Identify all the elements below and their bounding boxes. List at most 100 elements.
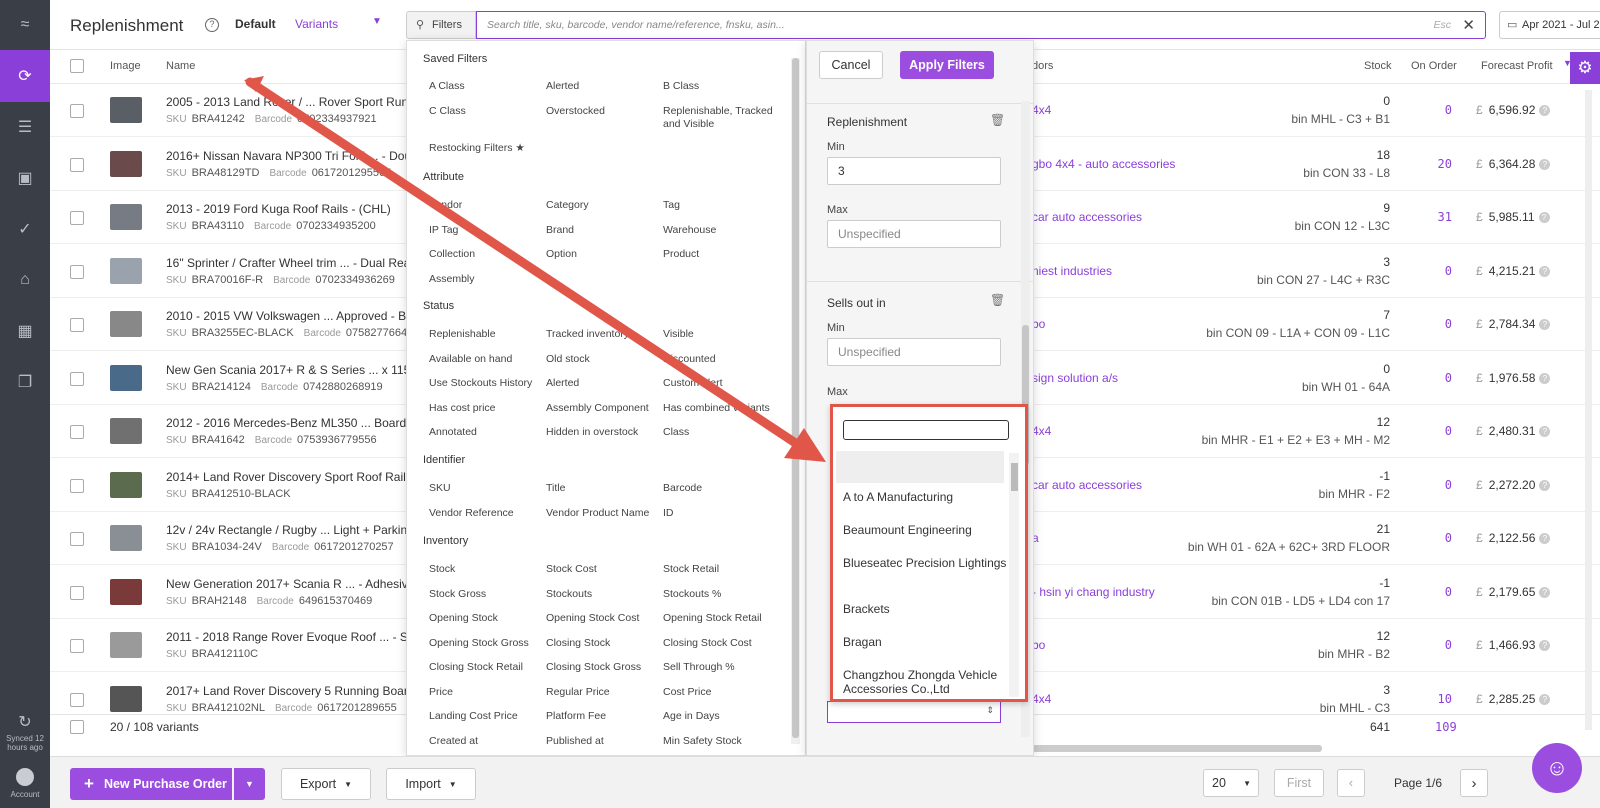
on-order-value[interactable]: 0	[1430, 264, 1452, 278]
filter-option[interactable]: Alerted	[546, 80, 579, 92]
filter-option[interactable]: Stock Gross	[429, 588, 486, 600]
row-checkbox[interactable]	[70, 585, 84, 600]
info-icon[interactable]: ?	[1539, 265, 1551, 277]
filter-option[interactable]: Visible	[663, 328, 694, 340]
sells-out-in-min-input[interactable]: Unspecified	[827, 338, 1001, 366]
clear-search-icon[interactable]: ✕	[1462, 16, 1475, 34]
filter-option[interactable]: Landing Cost Price	[429, 710, 518, 722]
column-on-order[interactable]: On Order	[1411, 60, 1457, 72]
next-page-icon[interactable]: ›	[1460, 769, 1488, 797]
filter-option[interactable]: Age in Days	[663, 710, 720, 722]
on-order-value[interactable]: 0	[1430, 585, 1452, 599]
filter-option[interactable]: Annotated	[429, 426, 477, 438]
product-thumbnail[interactable]	[110, 525, 142, 551]
on-order-value[interactable]: 20	[1430, 157, 1452, 171]
dropdown-option[interactable]: Blueseatec Precision Lightings	[843, 556, 1013, 570]
first-page-button[interactable]: First	[1274, 769, 1324, 797]
filter-option[interactable]: Opening Stock	[429, 612, 498, 624]
info-icon[interactable]: ?	[1539, 533, 1551, 545]
filter-option[interactable]: Opening Stock Gross	[429, 637, 529, 649]
filter-option[interactable]: IP Tag	[429, 224, 458, 236]
product-thumbnail[interactable]	[110, 418, 142, 444]
page-size-select[interactable]: 20 ▼	[1203, 769, 1259, 797]
filter-option[interactable]: Title	[546, 482, 565, 494]
dropdown-search-input[interactable]	[843, 420, 1009, 440]
filter-option[interactable]: Brand	[546, 224, 574, 236]
product-thumbnail[interactable]	[110, 364, 142, 391]
vendor-link[interactable]: car auto accessories	[1032, 210, 1142, 224]
dropdown-option[interactable]: A to A Manufacturing	[843, 490, 1013, 504]
filter-option[interactable]: Vendor Product Name	[546, 507, 649, 519]
filter-option[interactable]: Stockouts %	[663, 588, 721, 600]
search-field[interactable]: Search title, sku, barcode, vendor name/…	[476, 11, 1486, 39]
date-range-picker[interactable]: ▭ Apr 2021 - Jul 2021	[1499, 11, 1600, 39]
view-selector[interactable]: Default	[235, 17, 276, 31]
prev-page-icon[interactable]: ‹	[1337, 769, 1365, 797]
dropdown-scroll-thumb[interactable]	[1011, 463, 1018, 491]
row-checkbox[interactable]	[70, 532, 84, 546]
cancel-button[interactable]: Cancel	[819, 51, 883, 79]
filter-option[interactable]: Option	[546, 248, 577, 260]
filter-option[interactable]: Stock Retail	[663, 563, 719, 575]
product-name[interactable]: 2014+ Land Rover Discovery Sport Roof Ra…	[166, 470, 406, 484]
product-thumbnail[interactable]	[110, 257, 142, 284]
filter-option[interactable]: Assembly	[429, 273, 475, 285]
info-icon[interactable]: ?	[1539, 426, 1551, 438]
on-order-value[interactable]: 0	[1430, 103, 1452, 117]
filter-option[interactable]: Restocking Filters ★	[429, 142, 525, 154]
dropdown-option[interactable]: Brackets	[843, 602, 1013, 616]
product-thumbnail[interactable]	[110, 632, 142, 658]
filter-option[interactable]: Use Stockouts History	[429, 377, 532, 389]
filter-option[interactable]: Class	[663, 426, 689, 438]
on-order-value[interactable]: 0	[1430, 638, 1452, 652]
filter-option[interactable]: Barcode	[663, 482, 702, 494]
filter-option[interactable]: Platform Fee	[546, 710, 606, 722]
filter-option[interactable]: Stock	[429, 563, 455, 575]
product-name[interactable]: 2010 - 2015 VW Volkswagen ... Approved -…	[166, 309, 406, 323]
filter-option[interactable]: Price	[429, 686, 453, 698]
filter-option[interactable]: Opening Stock Retail	[663, 612, 762, 624]
filter-option[interactable]: Replenishable	[429, 328, 496, 340]
row-checkbox[interactable]	[70, 371, 84, 386]
on-order-value[interactable]: 0	[1430, 371, 1452, 385]
row-checkbox[interactable]	[70, 478, 84, 493]
row-checkbox[interactable]	[70, 692, 84, 707]
dropdown-option[interactable]: Beaumount Engineering	[843, 523, 1013, 537]
filter-option[interactable]: Cost Price	[663, 686, 711, 698]
row-checkbox[interactable]	[70, 211, 84, 225]
info-icon[interactable]: ?	[1539, 105, 1551, 117]
vendor-link[interactable]: 4x4	[1032, 103, 1051, 117]
filter-option[interactable]: Custom alert	[663, 377, 723, 389]
on-order-value[interactable]: 0	[1430, 478, 1452, 492]
column-stock[interactable]: Stock	[1364, 60, 1392, 72]
info-icon[interactable]: ?	[1538, 212, 1550, 224]
product-name[interactable]: 2012 - 2016 Mercedes-Benz ML350 ... Boar…	[166, 416, 406, 430]
trash-icon[interactable]: 🗑	[990, 113, 1005, 127]
dropdown-option-empty[interactable]	[836, 451, 1004, 483]
filter-panel-scroll-thumb[interactable]	[792, 58, 799, 738]
footer-checkbox[interactable]	[70, 720, 84, 734]
product-name[interactable]: 2013 - 2019 Ford Kuga Roof Rails - (CHL)	[166, 202, 406, 216]
product-name[interactable]: 2017+ Land Rover Discovery 5 Running Boa…	[166, 684, 406, 698]
filter-option[interactable]: Closing Stock Retail	[429, 661, 523, 673]
vendor-select[interactable]: ⇕	[827, 701, 1001, 723]
product-name[interactable]: New Gen Scania 2017+ R & S Series ... x …	[166, 363, 406, 377]
column-forecast-profit[interactable]: Forecast Profit	[1481, 60, 1553, 72]
help-icon[interactable]: ?	[205, 18, 219, 32]
horizontal-scrollbar[interactable]	[1032, 745, 1322, 752]
filter-option[interactable]: Closing Stock	[546, 637, 610, 649]
info-icon[interactable]: ?	[1539, 158, 1551, 170]
on-order-value[interactable]: 0	[1430, 317, 1452, 331]
column-name[interactable]: Name	[166, 60, 195, 72]
import-button[interactable]: Import ▼	[386, 768, 476, 800]
replenishment-max-input[interactable]: Unspecified	[827, 220, 1001, 248]
filter-option[interactable]: Stock Cost	[546, 563, 597, 575]
filter-option[interactable]: Stockouts	[546, 588, 592, 600]
filter-option[interactable]: Min Safety Stock	[663, 735, 742, 747]
product-thumbnail[interactable]	[110, 471, 142, 498]
sync-icon[interactable]: ↻	[15, 712, 35, 732]
info-icon[interactable]: ?	[1539, 693, 1551, 705]
dropdown-option[interactable]: Bragan	[843, 635, 1013, 649]
contacts-icon[interactable]: ▣	[15, 168, 35, 188]
filters-button[interactable]: ⚲ Filters	[406, 11, 476, 39]
